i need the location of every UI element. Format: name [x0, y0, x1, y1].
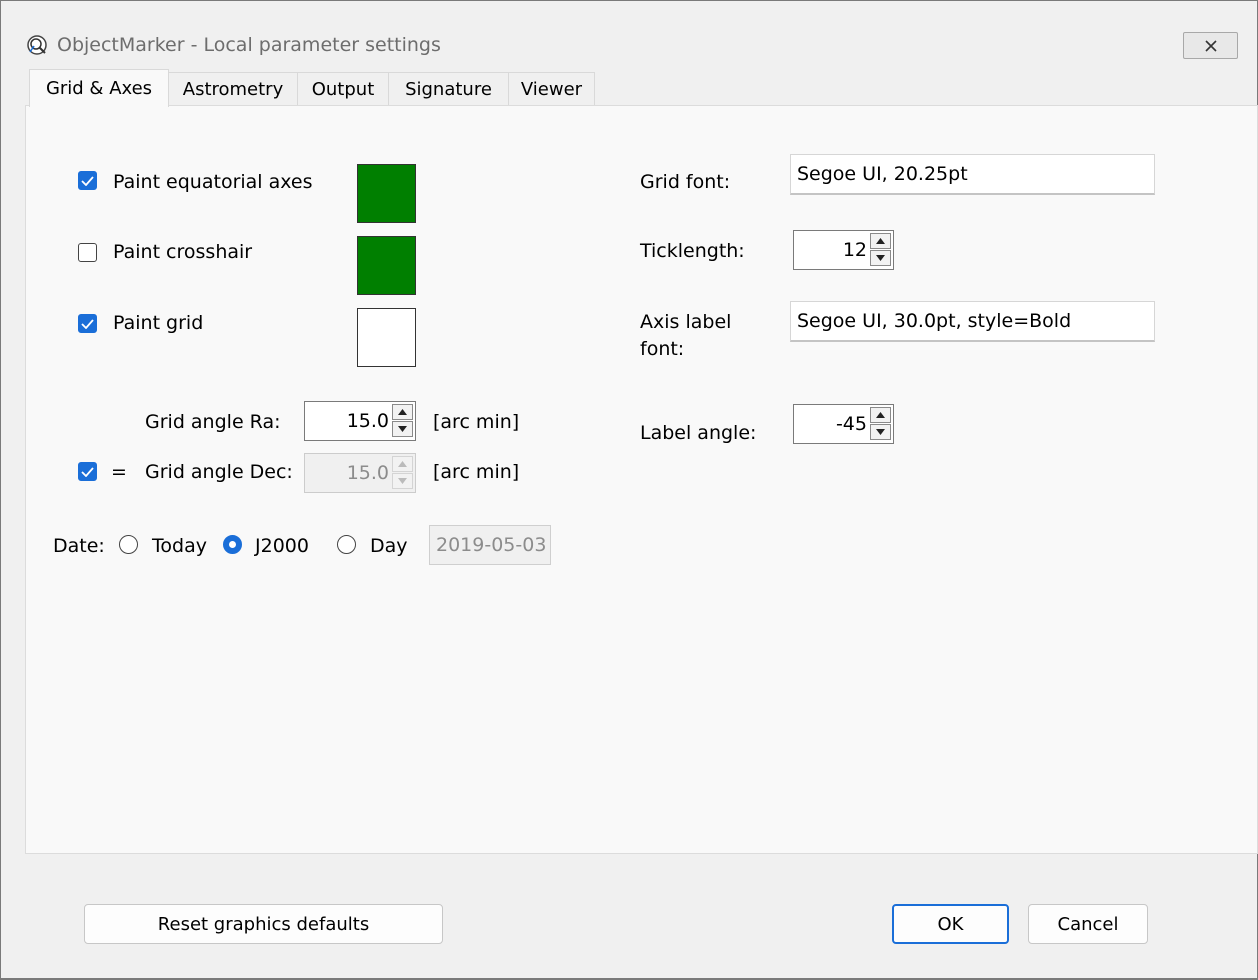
date-day-input[interactable]: 2019-05-03: [429, 525, 551, 565]
tab-output[interactable]: Output: [297, 72, 389, 106]
title-bar: ObjectMarker - Local parameter settings: [1, 1, 1257, 67]
objectmarker-app-icon: [27, 35, 47, 55]
reset-graphics-defaults-button[interactable]: Reset graphics defaults: [84, 904, 443, 944]
spin-up-icon[interactable]: [392, 456, 413, 472]
paint-crosshair-checkbox[interactable]: [78, 243, 97, 262]
grid-color-swatch[interactable]: [357, 308, 416, 367]
grid-font-label: Grid font:: [640, 171, 731, 193]
close-button[interactable]: [1183, 32, 1238, 59]
tab-viewer[interactable]: Viewer: [508, 72, 595, 106]
paint-grid-label[interactable]: Paint grid: [113, 312, 203, 334]
date-today-label[interactable]: Today: [152, 535, 207, 557]
ticklength-spinner[interactable]: 12: [793, 230, 894, 270]
cancel-button[interactable]: Cancel: [1028, 904, 1148, 944]
axis-label-font-field[interactable]: Segoe UI, 30.0pt, style=Bold: [790, 301, 1155, 342]
window-title: ObjectMarker - Local parameter settings: [57, 34, 441, 56]
label-angle-spinner[interactable]: -45: [793, 404, 894, 444]
spin-down-icon[interactable]: [392, 473, 413, 489]
paint-crosshair-label[interactable]: Paint crosshair: [113, 241, 252, 263]
paint-equatorial-axes-label[interactable]: Paint equatorial axes: [113, 171, 313, 193]
grid-font-field[interactable]: Segoe UI, 20.25pt: [790, 154, 1155, 195]
spin-down-icon[interactable]: [392, 421, 413, 437]
label-angle-value: -45: [835, 413, 867, 435]
tab-grid-axes[interactable]: Grid & Axes: [29, 69, 169, 107]
grid-angle-dec-label: Grid angle Dec:: [145, 461, 293, 483]
checkmark-icon: [81, 466, 94, 477]
paint-grid-checkbox[interactable]: [78, 314, 97, 333]
date-day-radio[interactable]: [337, 535, 356, 554]
axis-label-font-label-line2: font:: [640, 338, 685, 360]
date-day-label[interactable]: Day: [370, 535, 408, 557]
grid-angle-dec-equal-checkbox[interactable]: [78, 462, 97, 481]
date-j2000-radio[interactable]: [223, 535, 242, 554]
ok-button[interactable]: OK: [892, 904, 1009, 944]
grid-angle-ra-value: 15.0: [346, 410, 389, 432]
grid-angle-ra-unit: [arc min]: [433, 411, 520, 433]
checkmark-icon: [81, 318, 94, 329]
spin-down-icon[interactable]: [870, 424, 891, 440]
grid-angle-dec-unit: [arc min]: [433, 461, 520, 483]
axis-label-font-label-line1: Axis label: [640, 311, 732, 333]
checkmark-icon: [81, 175, 94, 186]
close-icon: [1204, 39, 1217, 52]
date-today-radio[interactable]: [119, 535, 138, 554]
grid-angle-ra-spinner[interactable]: 15.0: [304, 401, 416, 441]
equatorial-axes-color-swatch[interactable]: [357, 164, 416, 223]
grid-angle-dec-spinner[interactable]: 15.0: [304, 453, 416, 493]
ticklength-label: Ticklength:: [640, 240, 745, 262]
paint-equatorial-axes-checkbox[interactable]: [78, 171, 97, 190]
label-angle-label: Label angle:: [640, 422, 757, 444]
tab-signature[interactable]: Signature: [388, 72, 509, 106]
spin-up-icon[interactable]: [392, 404, 413, 420]
grid-angle-dec-value: 15.0: [346, 462, 389, 484]
crosshair-color-swatch[interactable]: [357, 236, 416, 295]
spin-down-icon[interactable]: [870, 250, 891, 266]
date-label: Date:: [53, 535, 105, 557]
grid-angle-ra-label: Grid angle Ra:: [145, 411, 281, 433]
equal-sign-label: =: [111, 461, 127, 483]
spin-up-icon[interactable]: [870, 233, 891, 249]
spin-up-icon[interactable]: [870, 407, 891, 423]
ticklength-value: 12: [842, 239, 867, 261]
date-j2000-label[interactable]: J2000: [255, 535, 309, 557]
tab-astrometry[interactable]: Astrometry: [168, 72, 298, 106]
settings-dialog: ObjectMarker - Local parameter settings …: [0, 0, 1258, 980]
